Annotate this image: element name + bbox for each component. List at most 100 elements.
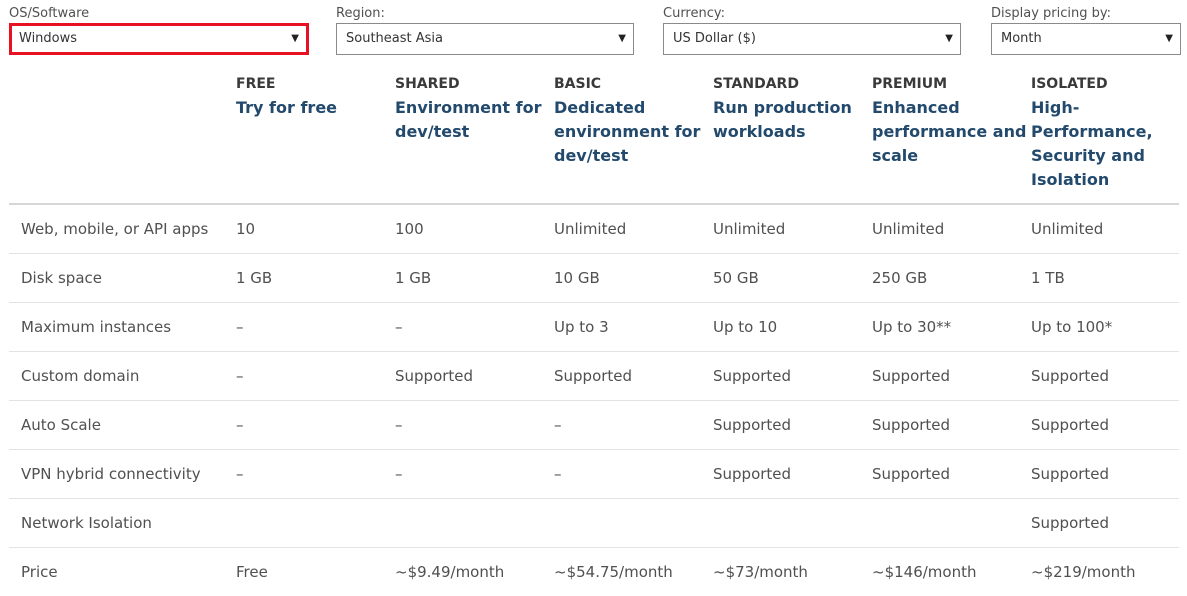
table-cell: Unlimited <box>554 204 713 254</box>
table-cell: Free <box>236 548 395 596</box>
table-row: VPN hybrid connectivity – – – Supported … <box>9 450 1179 499</box>
table-cell: – <box>395 450 554 499</box>
table-cell: Supported <box>872 401 1031 450</box>
table-cell: 1 TB <box>1031 254 1179 303</box>
feature-label: Auto Scale <box>9 401 236 450</box>
table-cell <box>713 499 872 548</box>
table-cell: – <box>236 352 395 401</box>
feature-label: Web, mobile, or API apps <box>9 204 236 254</box>
tier-name: STANDARD <box>713 72 872 96</box>
display-pricing-select[interactable]: Month ▼ <box>991 23 1181 55</box>
os-software-select[interactable]: Windows ▼ <box>9 23 309 55</box>
tier-header-row: FREE Try for free SHARED Environment for… <box>9 72 1179 204</box>
tier-header-premium: PREMIUM Enhanced performance and scale <box>872 72 1031 204</box>
table-cell: Supported <box>1031 450 1179 499</box>
table-cell: ~$73/month <box>713 548 872 596</box>
feature-label: Price <box>9 548 236 596</box>
currency-value: US Dollar ($) <box>673 31 756 46</box>
table-row: Price Free ~$9.49/month ~$54.75/month ~$… <box>9 548 1179 596</box>
table-row: Disk space 1 GB 1 GB 10 GB 50 GB 250 GB … <box>9 254 1179 303</box>
table-cell: – <box>395 303 554 352</box>
table-cell: Unlimited <box>713 204 872 254</box>
tier-header-shared: SHARED Environment for dev/test <box>395 72 554 204</box>
feature-header <box>9 72 236 204</box>
table-cell: Up to 30** <box>872 303 1031 352</box>
tier-name: BASIC <box>554 72 713 96</box>
table-cell: – <box>554 401 713 450</box>
table-cell: ~$219/month <box>1031 548 1179 596</box>
tier-description: Dedicated environment for dev/test <box>554 96 713 168</box>
dropdown-arrow-icon: ▼ <box>291 26 299 52</box>
feature-label: Network Isolation <box>9 499 236 548</box>
table-cell: Unlimited <box>872 204 1031 254</box>
tier-description: Environment for dev/test <box>395 96 554 144</box>
currency-select[interactable]: US Dollar ($) ▼ <box>663 23 961 55</box>
table-cell: Supported <box>872 352 1031 401</box>
table-cell: – <box>395 401 554 450</box>
region-label: Region: <box>336 6 634 22</box>
table-cell: 100 <box>395 204 554 254</box>
table-cell: – <box>554 450 713 499</box>
currency-label: Currency: <box>663 6 961 22</box>
table-row: Custom domain – Supported Supported Supp… <box>9 352 1179 401</box>
table-cell: ~$54.75/month <box>554 548 713 596</box>
tier-description: Run production workloads <box>713 96 872 144</box>
pricing-table: FREE Try for free SHARED Environment for… <box>9 72 1179 596</box>
table-cell: 1 GB <box>236 254 395 303</box>
dropdown-arrow-icon: ▼ <box>945 24 953 54</box>
region-filter: Region: Southeast Asia ▼ <box>336 6 634 55</box>
table-cell: Supported <box>1031 499 1179 548</box>
region-value: Southeast Asia <box>346 31 443 46</box>
table-cell: Supported <box>713 352 872 401</box>
table-row: Network Isolation Supported <box>9 499 1179 548</box>
table-cell: – <box>236 303 395 352</box>
dropdown-arrow-icon: ▼ <box>618 24 626 54</box>
table-cell: Supported <box>554 352 713 401</box>
os-software-label: OS/Software <box>9 6 309 22</box>
table-cell: 250 GB <box>872 254 1031 303</box>
display-pricing-filter: Display pricing by: Month ▼ <box>991 6 1181 55</box>
tier-header-basic: BASIC Dedicated environment for dev/test <box>554 72 713 204</box>
tier-description: High-Performance, Security and Isolation <box>1031 96 1179 192</box>
table-cell <box>554 499 713 548</box>
table-cell: Supported <box>713 401 872 450</box>
table-cell <box>236 499 395 548</box>
tier-header-isolated: ISOLATED High-Performance, Security and … <box>1031 72 1179 204</box>
table-cell: Up to 3 <box>554 303 713 352</box>
table-cell: Supported <box>1031 352 1179 401</box>
tier-name: FREE <box>236 72 395 96</box>
table-cell: ~$146/month <box>872 548 1031 596</box>
display-pricing-value: Month <box>1001 31 1042 46</box>
tier-name: PREMIUM <box>872 72 1031 96</box>
table-cell: – <box>236 401 395 450</box>
table-cell: Unlimited <box>1031 204 1179 254</box>
tier-description: Enhanced performance and scale <box>872 96 1031 168</box>
os-software-value: Windows <box>19 31 77 46</box>
os-software-filter: OS/Software Windows ▼ <box>9 6 309 55</box>
table-cell <box>395 499 554 548</box>
table-row: Auto Scale – – – Supported Supported Sup… <box>9 401 1179 450</box>
feature-label: Custom domain <box>9 352 236 401</box>
table-cell: 1 GB <box>395 254 554 303</box>
table-cell: Supported <box>395 352 554 401</box>
feature-label: VPN hybrid connectivity <box>9 450 236 499</box>
tier-name: ISOLATED <box>1031 72 1179 96</box>
table-cell: Supported <box>1031 401 1179 450</box>
table-cell: Supported <box>713 450 872 499</box>
region-select[interactable]: Southeast Asia ▼ <box>336 23 634 55</box>
table-cell <box>872 499 1031 548</box>
table-cell: 50 GB <box>713 254 872 303</box>
tier-header-standard: STANDARD Run production workloads <box>713 72 872 204</box>
dropdown-arrow-icon: ▼ <box>1165 24 1173 54</box>
tier-description: Try for free <box>236 96 395 120</box>
display-pricing-label: Display pricing by: <box>991 6 1181 22</box>
feature-label: Maximum instances <box>9 303 236 352</box>
table-cell: Up to 100* <box>1031 303 1179 352</box>
table-cell: ~$9.49/month <box>395 548 554 596</box>
tier-header-free: FREE Try for free <box>236 72 395 204</box>
currency-filter: Currency: US Dollar ($) ▼ <box>663 6 961 55</box>
table-cell: – <box>236 450 395 499</box>
table-cell: Up to 10 <box>713 303 872 352</box>
table-cell: Supported <box>872 450 1031 499</box>
table-cell: 10 GB <box>554 254 713 303</box>
